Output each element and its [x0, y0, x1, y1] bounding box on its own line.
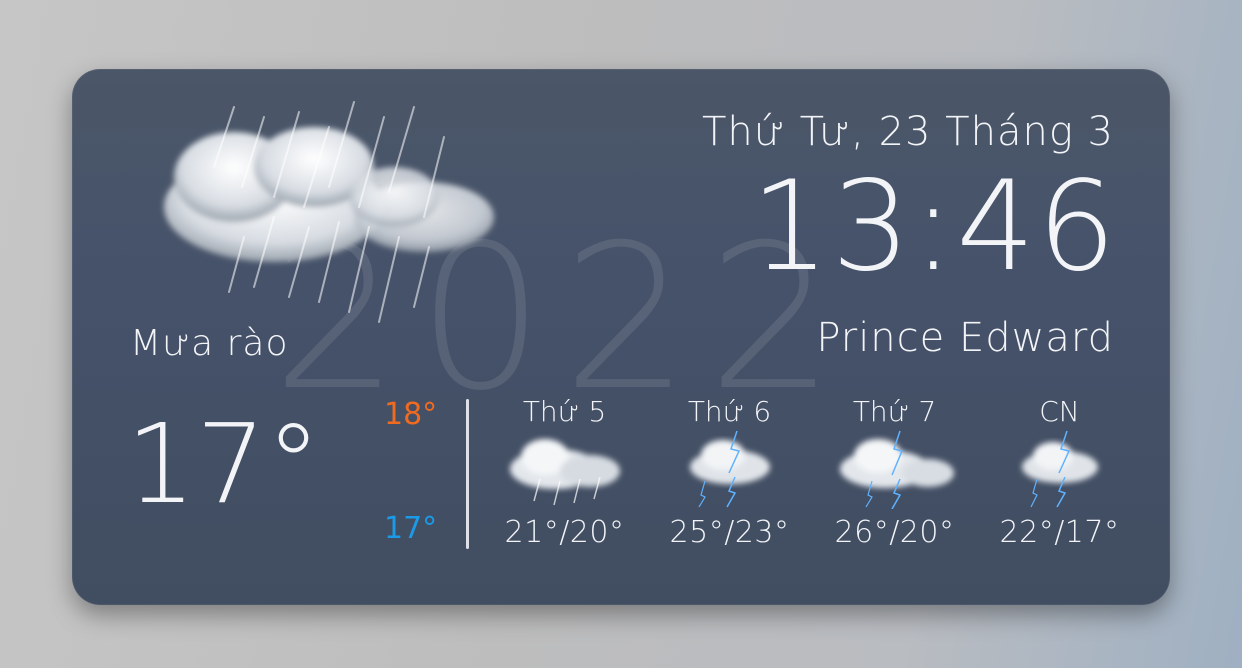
forecast-day: CN 22°/17° [977, 391, 1142, 551]
forecast-day: Thứ 7 26°/20° [812, 391, 977, 551]
forecast-day-name: Thứ 7 [852, 395, 937, 428]
forecast-temps: 21°/20° [504, 515, 625, 550]
weather-widget: 2022 Mưa rào Thứ Tư, 23 Tháng 3 13:46 Pr… [72, 69, 1170, 605]
forecast-temps: 25°/23° [669, 515, 790, 550]
divider [466, 399, 469, 549]
forecast-day-name: Thứ 6 [687, 395, 772, 428]
forecast-list: Thứ 5 21°/20° Thứ 6 25°/23° Thứ 7 26°/20… [482, 391, 1142, 551]
forecast-day-name: Thứ 5 [522, 395, 607, 428]
forecast-day: Thứ 5 21°/20° [482, 391, 647, 551]
high-temperature: 18° [384, 397, 438, 432]
thunderstorm-icon [839, 430, 954, 509]
thunderstorm-icon [689, 430, 770, 508]
forecast-day-name: CN [1039, 395, 1080, 428]
thunderstorm-icon [1021, 430, 1098, 508]
weather-condition: Mưa rào [130, 323, 289, 364]
current-date: Thứ Tư, 23 Tháng 3 [701, 109, 1114, 155]
forecast-temps: 22°/17° [999, 515, 1120, 550]
rain-cloud-icon [509, 439, 620, 506]
rain-cloud-icon [164, 101, 494, 323]
location-name: Prince Edward [816, 315, 1114, 361]
forecast-day: Thứ 6 25°/23° [647, 391, 812, 551]
low-temperature: 17° [384, 511, 438, 546]
current-temperature: 17° [126, 400, 321, 528]
current-time: 13:46 [750, 155, 1118, 299]
forecast-temps: 26°/20° [834, 515, 955, 550]
